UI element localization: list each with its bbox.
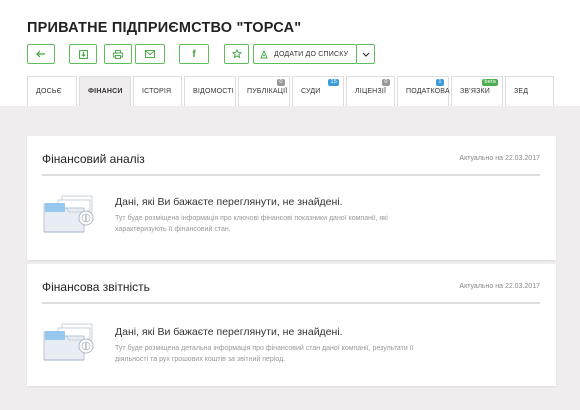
tab-label: ВІДОМОСТІ — [193, 88, 234, 95]
tab-label: ЛІЦЕНЗІЇ — [355, 88, 387, 95]
facebook-share-button[interactable]: f — [179, 44, 209, 64]
count-badge: 1 — [436, 79, 444, 86]
tabs-bar: ДОСЬЄ ФІНАНСИ ІСТОРІЯ ВІДОМОСТІ ПУБЛІКАЦ… — [0, 76, 580, 106]
section-title: Фінансова звітність — [42, 280, 150, 294]
star-icon — [231, 49, 242, 59]
count-badge: 0 — [277, 79, 285, 86]
tab-label: ДОСЬЄ — [36, 88, 62, 95]
company-title: ПРИВАТНЕ ПІДПРИЄМСТВО "ТОРСА" — [27, 20, 302, 36]
main-content: Фінансовий аналіз Актуально на 22.03.201… — [0, 106, 580, 410]
section-title: Фінансовий аналіз — [42, 152, 145, 166]
tab-foreign-trade[interactable]: ЗЕД — [505, 76, 554, 106]
tab-connections[interactable]: ЗВ'ЯЗКИ beta — [451, 76, 503, 106]
add-to-list-dropdown[interactable] — [356, 44, 375, 64]
add-to-list-label: ДОДАТИ ДО СПИСКУ — [274, 50, 349, 58]
download-icon — [78, 49, 88, 59]
print-button[interactable] — [104, 44, 132, 64]
actuality-date: Актуально на 22.03.2017 — [459, 283, 540, 290]
tab-history[interactable]: ІСТОРІЯ — [133, 76, 182, 106]
section-financial-analysis: Фінансовий аналіз Актуально на 22.03.201… — [27, 136, 556, 260]
tab-label: ФІНАНСИ — [88, 88, 123, 95]
printer-icon — [113, 49, 123, 59]
facebook-icon: f — [192, 48, 196, 60]
count-badge: 0 — [382, 79, 390, 86]
tab-tax[interactable]: ПОДАТКОВА 1 — [397, 76, 450, 106]
empty-folder-icon — [42, 320, 102, 366]
arrow-left-icon — [36, 50, 46, 58]
empty-message-description: Тут буде розміщена інформація про ключов… — [115, 215, 388, 233]
tab-courts[interactable]: СУДИ 15 — [292, 76, 344, 106]
tab-information[interactable]: ВІДОМОСТІ — [184, 76, 236, 106]
email-button[interactable] — [135, 44, 165, 64]
count-badge: 15 — [328, 79, 339, 86]
divider — [42, 174, 540, 176]
tab-label: ЗЕД — [514, 88, 529, 95]
empty-message-description: Тут буде розміщена детальна інформація п… — [115, 345, 414, 363]
divider — [42, 302, 540, 304]
tab-label: ІСТОРІЯ — [142, 88, 172, 95]
favorite-button[interactable] — [224, 44, 249, 64]
download-button[interactable] — [69, 44, 97, 64]
tab-label: ПОДАТКОВА — [406, 88, 450, 95]
tab-label: ЗВ'ЯЗКИ — [460, 88, 491, 95]
page-header: ПРИВАТНЕ ПІДПРИЄМСТВО "ТОРСА" f ДОДАТИ Д… — [0, 0, 580, 106]
tab-finances[interactable]: ФІНАНСИ — [79, 76, 131, 106]
section-financial-statements: Фінансова звітність Актуально на 22.03.2… — [27, 264, 556, 386]
tab-publications[interactable]: ПУБЛІКАЦІЇ 0 — [238, 76, 290, 106]
tab-dossier[interactable]: ДОСЬЄ — [27, 76, 77, 106]
user-list-icon — [260, 49, 268, 59]
mail-icon — [145, 50, 155, 58]
actuality-date: Актуально на 22.03.2017 — [459, 155, 540, 162]
empty-message-title: Дані, які Ви бажаєте переглянути, не зна… — [115, 326, 343, 338]
empty-folder-icon — [42, 192, 102, 238]
chevron-down-icon — [362, 52, 370, 57]
empty-message-title: Дані, які Ви бажаєте переглянути, не зна… — [115, 196, 343, 208]
tab-label: ПУБЛІКАЦІЇ — [247, 88, 288, 95]
beta-badge: beta — [482, 79, 498, 86]
add-to-list-button[interactable]: ДОДАТИ ДО СПИСКУ — [253, 44, 357, 64]
tab-licenses[interactable]: ЛІЦЕНЗІЇ 0 — [346, 76, 395, 106]
back-button[interactable] — [27, 44, 55, 64]
tab-label: СУДИ — [301, 88, 321, 95]
